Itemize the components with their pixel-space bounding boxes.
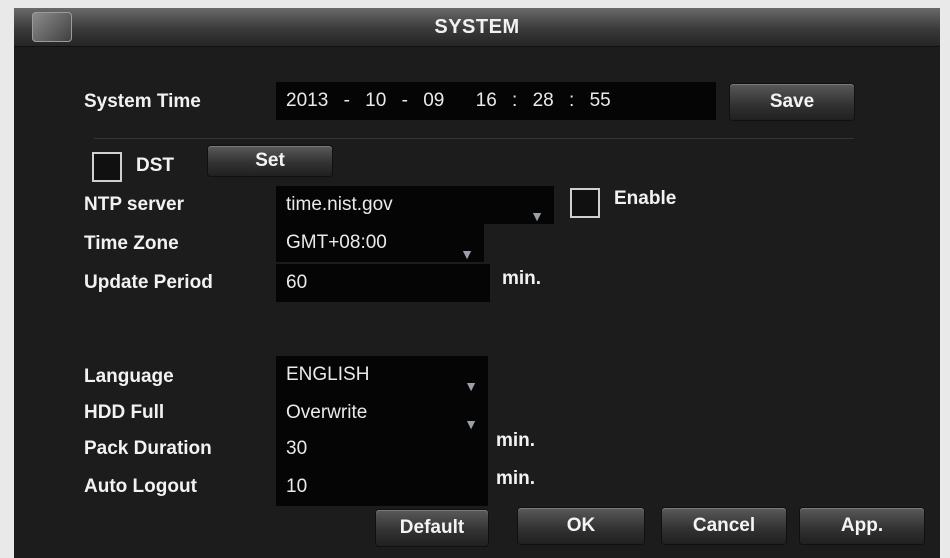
hdd-full-value: Overwrite bbox=[286, 402, 368, 423]
language-dropdown[interactable]: ENGLISH ▼ bbox=[276, 356, 488, 394]
pack-duration-input[interactable]: 30 bbox=[276, 430, 488, 468]
time-zone-value: GMT+08:00 bbox=[286, 232, 387, 253]
month-value[interactable]: 10 bbox=[365, 90, 386, 111]
ntp-enable-checkbox[interactable] bbox=[570, 188, 600, 218]
update-period-unit: min. bbox=[502, 268, 542, 289]
auto-logout-unit: min. bbox=[496, 468, 536, 489]
ntp-enable-label: Enable bbox=[614, 188, 677, 209]
system-time-field[interactable]: 2013 - 10 - 09 16 : 28 : 55 bbox=[276, 82, 716, 120]
hour-value[interactable]: 16 bbox=[476, 90, 497, 111]
time-separator: : bbox=[512, 90, 518, 111]
dst-set-button[interactable]: Set bbox=[208, 146, 332, 176]
pack-duration-label: Pack Duration bbox=[84, 438, 212, 459]
hdd-full-label: HDD Full bbox=[84, 402, 165, 423]
ntp-server-dropdown[interactable]: time.nist.gov ▼ bbox=[276, 186, 554, 224]
dropdown-arrow-icon: ▼ bbox=[530, 208, 544, 224]
ntp-server-value: time.nist.gov bbox=[286, 194, 393, 215]
cancel-button[interactable]: Cancel bbox=[662, 508, 786, 544]
second-value[interactable]: 55 bbox=[590, 90, 611, 111]
ntp-server-label: NTP server bbox=[84, 194, 184, 215]
default-button[interactable]: Default bbox=[376, 510, 488, 546]
system-dialog: SYSTEM System Time 2013 - 10 - 09 16 : 2… bbox=[14, 8, 940, 558]
ok-button[interactable]: OK bbox=[518, 508, 644, 544]
time-zone-dropdown[interactable]: GMT+08:00 ▼ bbox=[276, 224, 484, 262]
divider bbox=[94, 138, 854, 139]
update-period-input[interactable]: 60 bbox=[276, 264, 490, 302]
time-zone-label: Time Zone bbox=[84, 233, 179, 254]
dst-label: DST bbox=[136, 155, 174, 176]
auto-logout-label: Auto Logout bbox=[84, 476, 197, 497]
language-label: Language bbox=[84, 366, 174, 387]
year-value[interactable]: 2013 bbox=[286, 90, 328, 111]
date-separator: - bbox=[343, 90, 350, 111]
time-separator: : bbox=[569, 90, 575, 111]
day-value[interactable]: 09 bbox=[423, 90, 444, 111]
update-period-label: Update Period bbox=[84, 272, 213, 293]
minute-value[interactable]: 28 bbox=[533, 90, 554, 111]
hdd-full-dropdown[interactable]: Overwrite ▼ bbox=[276, 394, 488, 432]
dialog-title: SYSTEM bbox=[434, 16, 520, 38]
dst-checkbox[interactable] bbox=[92, 152, 122, 182]
date-separator: - bbox=[401, 90, 408, 111]
apply-button[interactable]: App. bbox=[800, 508, 924, 544]
system-time-label: System Time bbox=[84, 91, 201, 112]
save-button[interactable]: Save bbox=[730, 84, 854, 120]
language-value: ENGLISH bbox=[286, 364, 370, 385]
title-bar: SYSTEM bbox=[14, 8, 940, 47]
auto-logout-input[interactable]: 10 bbox=[276, 468, 488, 506]
pack-duration-unit: min. bbox=[496, 430, 536, 451]
